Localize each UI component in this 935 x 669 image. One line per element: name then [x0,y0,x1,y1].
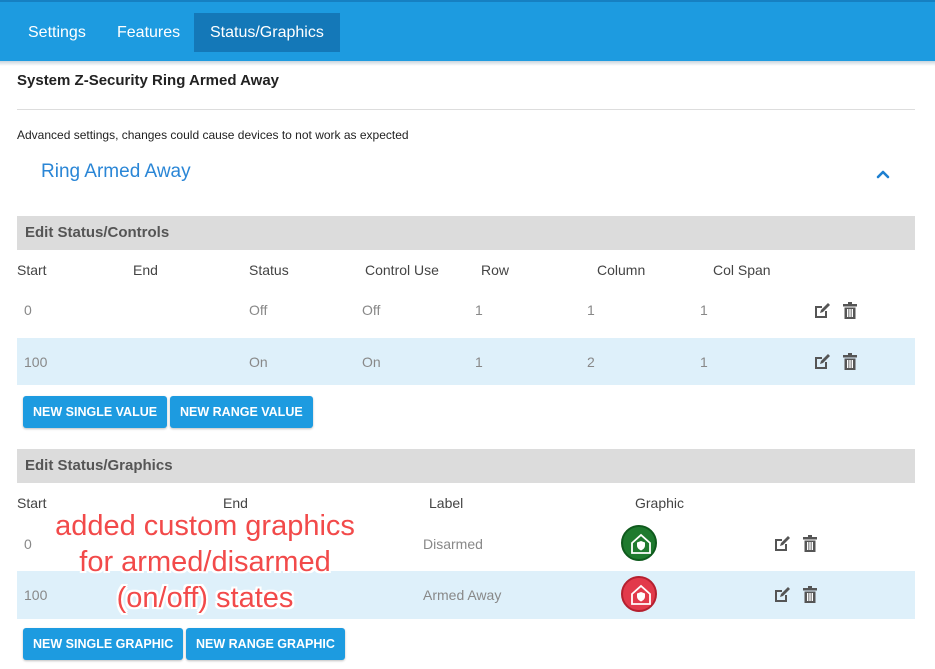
section-title[interactable]: Ring Armed Away [41,161,191,183]
cell-col-span: 1 [700,354,708,370]
col-header-control-use: Control Use [365,262,439,278]
new-range-value-button[interactable]: NEW RANGE VALUE [170,396,313,428]
annotation-line: added custom graphics [55,510,355,542]
col-header-col-span: Col Span [713,262,771,278]
new-single-value-button[interactable]: NEW SINGLE VALUE [23,396,168,428]
edit-icon[interactable] [772,534,792,554]
cell-column: 2 [587,354,595,370]
cell-row: 1 [475,354,483,370]
trash-icon[interactable] [800,534,820,554]
edit-icon[interactable] [812,301,832,321]
col-header-graphic: Graphic [635,495,685,511]
top-nav-bar: Settings Features Status/Graphics [0,0,935,66]
col-header-label: Label [429,495,464,511]
house-shield-icon [621,576,657,612]
advanced-warning-text: Advanced settings, changes could cause d… [17,128,409,142]
col-header-row: Row [481,262,510,278]
cell-control-use: Off [362,302,381,318]
cell-label: Armed Away [423,587,502,603]
col-header-start: Start [17,262,47,278]
table-row: 100 On On 1 2 1 [17,338,915,385]
annotation-line: (on/off) states [116,582,294,614]
chevron-up-icon[interactable] [876,166,890,179]
col-header-end: End [133,262,158,278]
table-row: 0 Off Off 1 1 1 [17,287,915,335]
page-title: System Z-Security Ring Armed Away [17,72,280,89]
col-header-status: Status [249,262,289,278]
cell-start: 0 [24,302,32,318]
tab-features[interactable]: Features [101,13,196,52]
trash-icon[interactable] [840,301,860,321]
tab-status-graphics[interactable]: Status/Graphics [194,13,340,52]
divider [17,109,915,110]
edit-icon[interactable] [772,585,792,605]
annotation-text: added custom graphics for armed/disarmed… [30,508,380,616]
nav-shadow [0,61,935,66]
cell-col-span: 1 [700,302,708,318]
cell-status: Off [249,302,268,318]
annotation-line: for armed/disarmed [79,546,331,578]
trash-icon[interactable] [840,352,860,372]
trash-icon[interactable] [800,585,820,605]
col-header-column: Column [597,262,646,278]
new-range-graphic-button[interactable]: NEW RANGE GRAPHIC [186,628,345,660]
status-controls-heading: Edit Status/Controls [17,216,915,250]
cell-status: On [249,354,268,370]
cell-label: Disarmed [423,536,483,552]
cell-start: 100 [24,354,48,370]
tab-settings[interactable]: Settings [12,13,102,52]
cell-row: 1 [475,302,483,318]
house-shield-icon [621,525,657,561]
new-single-graphic-button[interactable]: NEW SINGLE GRAPHIC [23,628,184,660]
cell-control-use: On [362,354,381,370]
cell-column: 1 [587,302,595,318]
status-graphics-heading: Edit Status/Graphics [17,449,915,483]
edit-icon[interactable] [812,352,832,372]
